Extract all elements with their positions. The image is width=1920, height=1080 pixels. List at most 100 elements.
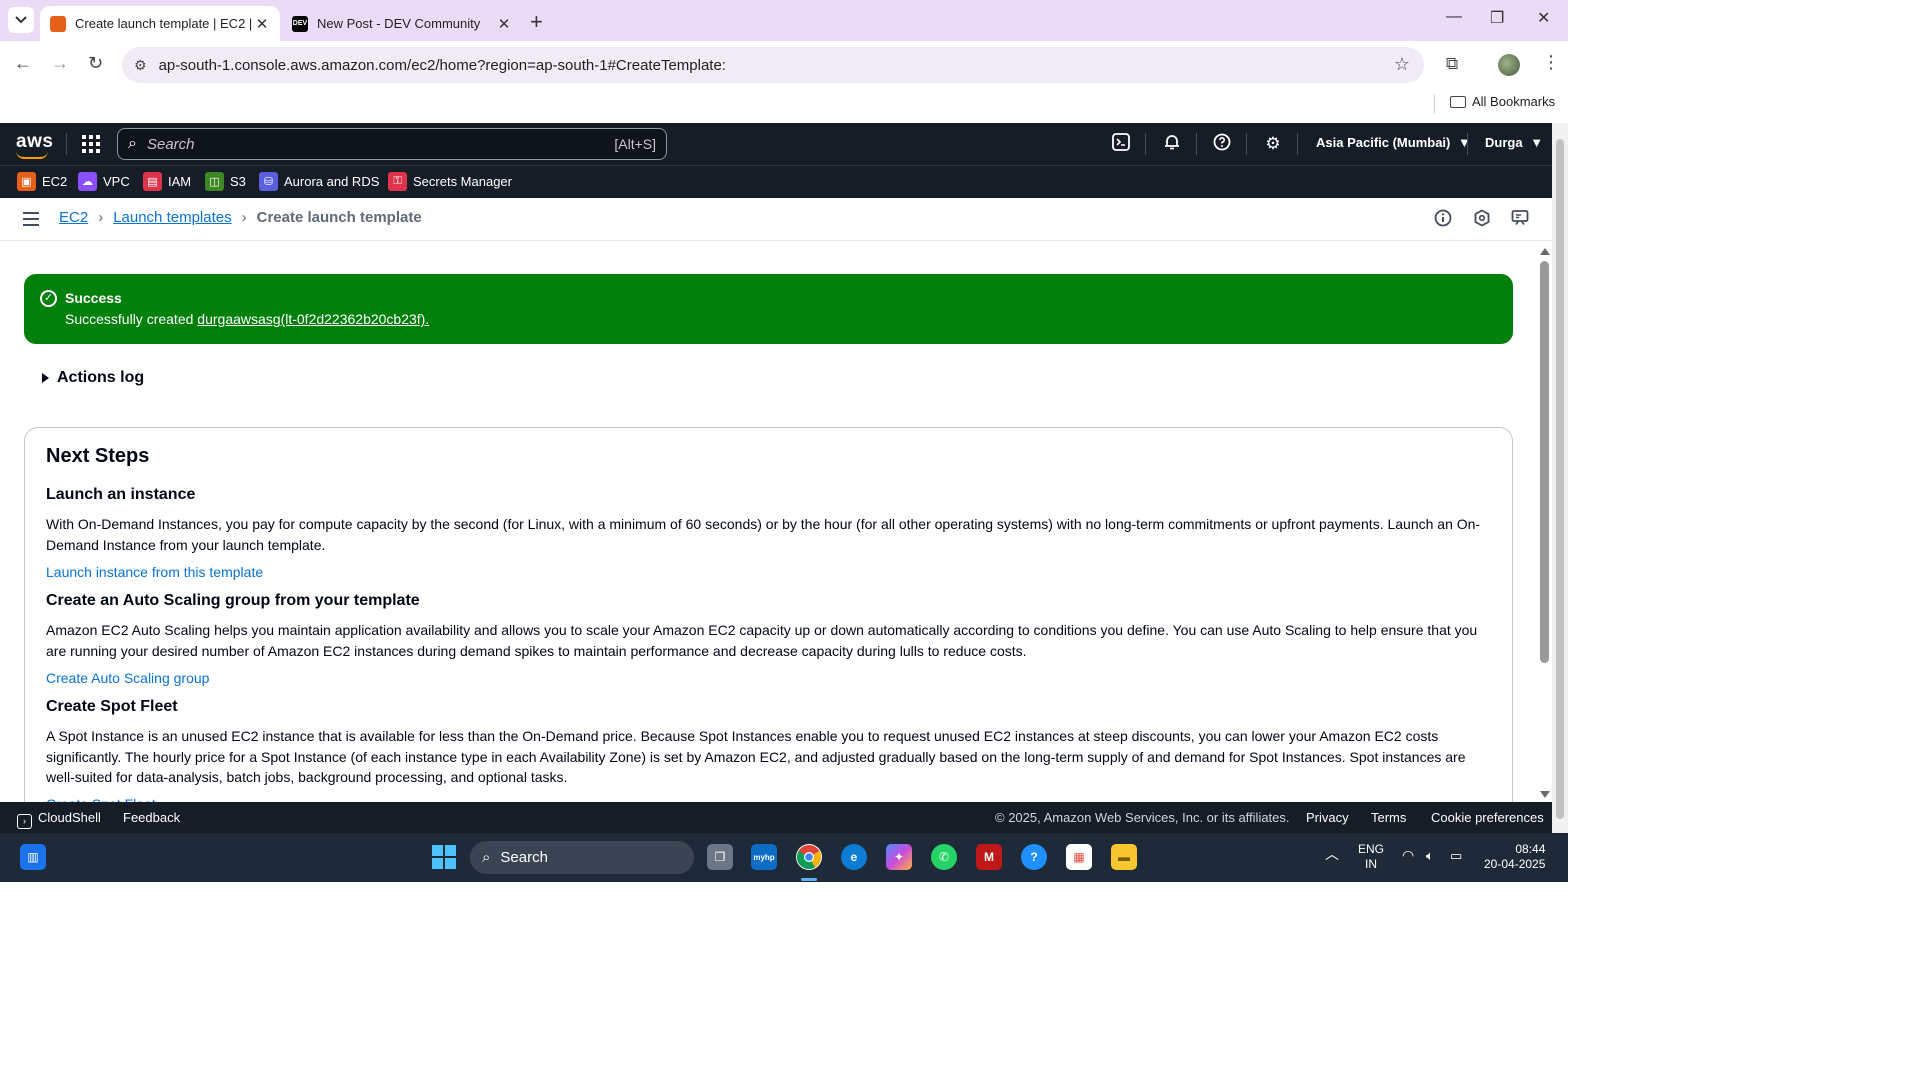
favorite-iam[interactable]: ▤ IAM [143,172,191,191]
volume-icon[interactable]: 🔈︎ [1426,848,1434,863]
scrollbar-thumb[interactable] [1540,261,1549,663]
aws-search-input[interactable]: ⌕ Search [Alt+S] [117,128,667,160]
favorite-s3[interactable]: ◫ S3 [205,172,246,191]
close-tab-icon[interactable]: ✕ [254,15,270,33]
active-app-indicator [801,878,817,881]
cloudshell-icon[interactable] [1110,133,1132,155]
copilot-icon[interactable]: ✦ [886,844,912,870]
cookie-preferences-link[interactable]: Cookie preferences [1431,810,1544,825]
new-tab-button[interactable]: + [530,9,543,35]
favorite-label: EC2 [42,174,68,189]
whatsapp-icon[interactable]: ✆ [931,844,957,870]
mcafee-icon[interactable]: M [976,844,1002,870]
section-body-launch-instance: With On-Demand Instances, you pay for co… [46,516,1481,553]
side-navigation-menu-icon[interactable] [23,212,39,226]
privacy-link[interactable]: Privacy [1306,810,1349,825]
file-explorer-icon[interactable]: ▬ [1111,844,1137,870]
launch-template-link[interactable]: durgaawsasg(lt-0f2d22362b20cb23f). [197,311,429,327]
language-indicator[interactable]: ENG IN [1358,842,1384,872]
ec2-icon: ▣ [17,172,36,191]
dev-favicon-icon: DEV [292,15,308,32]
chrome-icon[interactable] [796,844,822,870]
window-close-icon[interactable]: ✕ [1537,8,1550,28]
flash-message-text: Successfully created [65,311,198,327]
notifications-bell-icon[interactable] [1161,133,1183,155]
site-info-icon[interactable]: ⚙ [134,57,147,74]
tutorial-panel-icon[interactable] [1510,209,1530,229]
folder-icon [1450,95,1466,108]
profile-avatar[interactable] [1498,54,1520,76]
locale-label: IN [1365,857,1377,871]
all-bookmarks-button[interactable]: All Bookmarks [1450,94,1555,109]
extensions-puzzle-icon[interactable]: ⧉ [1446,54,1458,74]
breadcrumb-launch-templates[interactable]: Launch templates [113,209,231,226]
aws-ec2-favicon-icon [50,15,66,32]
forward-arrow-icon[interactable]: → [51,53,69,74]
tab-dev-community[interactable]: DEV New Post - DEV Community ✕ [282,6,522,41]
bookmark-star-icon[interactable]: ☆ [1394,54,1410,75]
scroll-down-arrow-icon[interactable] [1540,791,1550,798]
favorite-secrets-manager[interactable]: ⚿ Secrets Manager [388,172,512,191]
browser-menu-icon[interactable]: ⋮ [1542,52,1560,73]
scrollbar-thumb[interactable] [1556,139,1564,819]
settings-gear-icon[interactable]: ⚙ [1262,133,1284,155]
search-placeholder: Search [146,135,195,153]
cloudshell-button[interactable]: › CloudShell [17,810,101,829]
tab-title: New Post - DEV Community [317,16,481,31]
content-scrollbar[interactable] [1538,246,1552,802]
show-hidden-icons-chevron-icon[interactable]: ︿ [1325,847,1339,862]
aws-top-navigation: aws ⌕ Search [Alt+S] ⚙ Asia Pacific (Mum… [0,123,1552,165]
notifications-panel-icon[interactable] [1472,209,1492,229]
breadcrumb-ec2[interactable]: EC2 [59,209,88,226]
tab-search-button[interactable] [8,7,34,33]
tab-create-launch-template[interactable]: Create launch template | EC2 | ap-south-… [40,6,280,41]
task-view-icon[interactable]: ❐ [707,844,733,870]
close-tab-icon[interactable]: ✕ [496,15,512,33]
favorite-label: VPC [103,174,130,189]
launch-instance-link[interactable]: Launch instance from this template [46,564,263,580]
chevron-down-icon [15,16,27,24]
search-shortcut-hint: [Alt+S] [614,136,656,152]
page-scrollbar[interactable] [1552,123,1568,833]
taskbar-search-input[interactable]: ⌕ Search [470,841,694,874]
favorite-vpc[interactable]: ☁ VPC [78,172,130,191]
windows-start-icon[interactable] [431,844,457,870]
microsoft-store-icon[interactable]: ▦ [1066,844,1092,870]
help-icon[interactable] [1211,133,1233,155]
aws-logo[interactable]: aws [16,131,54,159]
widgets-icon[interactable]: ▥ [20,844,46,870]
create-auto-scaling-group-link[interactable]: Create Auto Scaling group [46,670,209,686]
cloudshell-label: CloudShell [38,810,101,825]
battery-icon[interactable]: ▭ [1450,848,1462,863]
edge-icon[interactable]: e [841,844,867,870]
clock[interactable]: 08:44 20-04-2025 [1484,842,1545,872]
section-body-auto-scaling: Amazon EC2 Auto Scaling helps you mainta… [46,622,1478,659]
scroll-up-arrow-icon[interactable] [1540,248,1550,255]
search-icon: ⌕ [128,135,137,152]
breadcrumb-bar: EC2 › Launch templates › Create launch t… [0,198,1552,241]
reload-icon[interactable]: ↻ [88,53,103,74]
feedback-button[interactable]: Feedback [123,810,180,825]
section-title-auto-scaling: Create an Auto Scaling group from your t… [46,592,420,609]
aws-logo-text: aws [16,131,54,152]
services-grid-icon[interactable] [82,135,100,153]
actions-log-label: Actions log [57,369,145,386]
actions-log-expander[interactable]: Actions log [42,369,144,387]
terms-link[interactable]: Terms [1371,810,1406,825]
favorite-aurora-rds[interactable]: ⛁ Aurora and RDS [259,172,379,191]
divider [1145,133,1146,155]
info-icon[interactable] [1433,209,1453,229]
restore-icon[interactable]: ❐ [1490,8,1504,28]
address-bar[interactable]: ⚙ ap-south-1.console.aws.amazon.com/ec2/… [122,47,1424,83]
back-arrow-icon[interactable]: ← [14,53,32,74]
divider [1467,133,1468,155]
myhp-icon[interactable]: myhp [751,844,777,870]
url-text[interactable]: ap-south-1.console.aws.amazon.com/ec2/ho… [159,57,726,74]
region-selector[interactable]: Asia Pacific (Mumbai) ▼ [1316,135,1471,150]
account-menu[interactable]: Durga ▼ [1485,135,1543,150]
browser-tab-strip: Create launch template | EC2 | ap-south-… [0,0,1568,41]
favorite-ec2[interactable]: ▣ EC2 [17,172,67,191]
minimize-icon[interactable]: — [1446,8,1462,26]
help-app-icon[interactable]: ? [1021,844,1047,870]
wifi-icon[interactable]: ◠ [1402,848,1414,863]
